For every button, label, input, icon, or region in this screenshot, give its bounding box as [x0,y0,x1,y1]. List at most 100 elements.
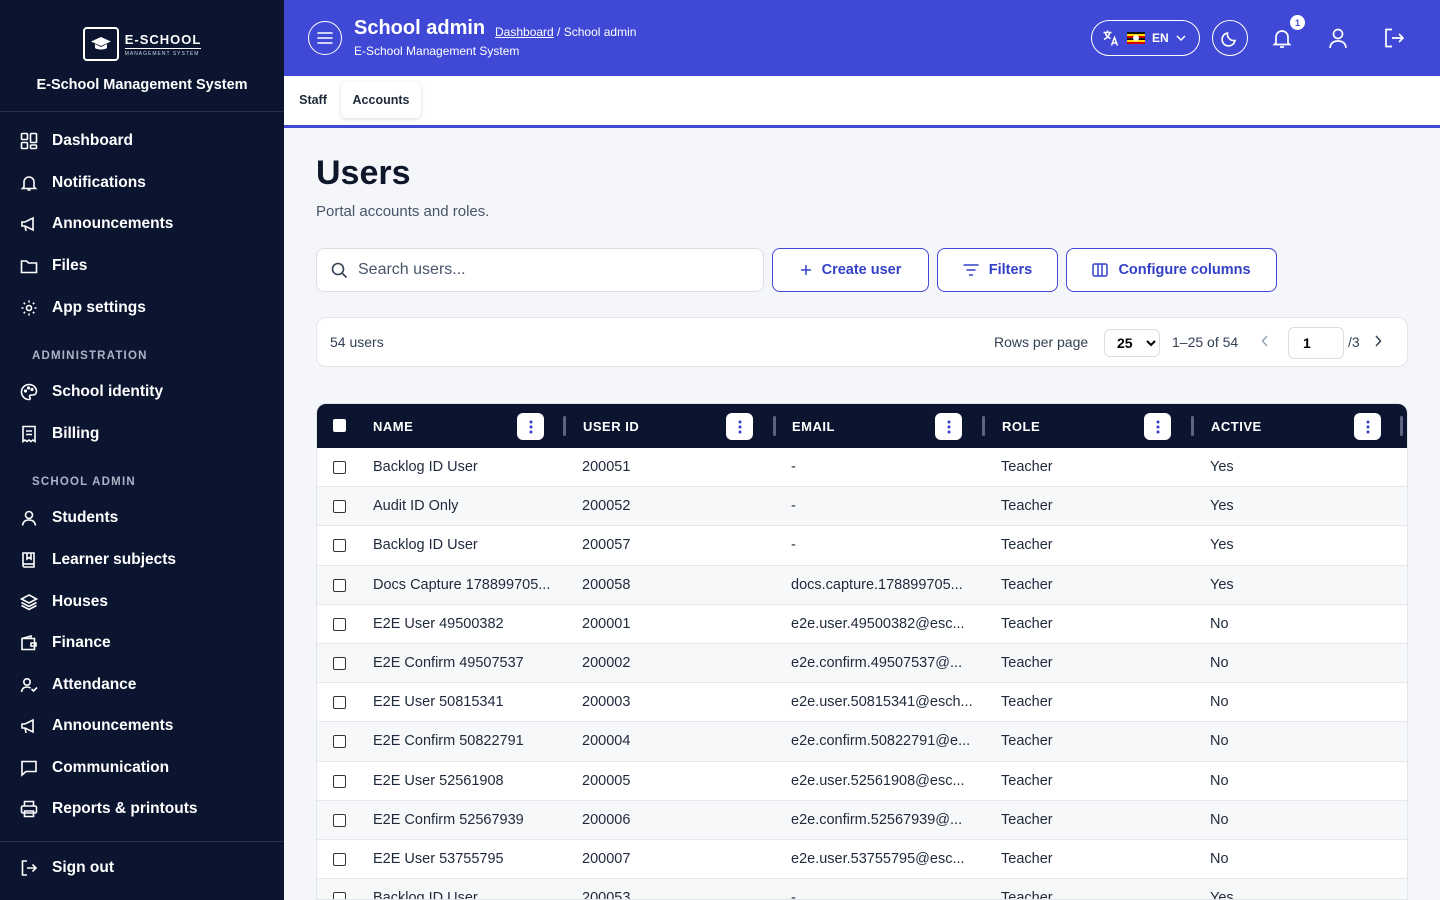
select-all-checkbox[interactable] [333,419,346,432]
sidebar-item-notifications[interactable]: Notifications [20,171,146,195]
column-menu-button[interactable] [517,413,544,440]
column-header-active[interactable]: ACTIVE [1211,419,1262,434]
table-row[interactable]: Backlog ID User 200057 - Teacher Yes [317,526,1407,566]
sign-out-button[interactable]: Sign out [20,856,114,880]
row-checkbox[interactable] [333,735,346,749]
column-resize-handle[interactable] [1191,416,1194,436]
next-page-button[interactable] [1374,334,1382,350]
row-checkbox[interactable] [333,892,346,899]
row-checkbox[interactable] [333,813,346,827]
row-checkbox[interactable] [333,461,346,474]
sidebar-item-billing[interactable]: Billing [20,422,99,446]
row-checkbox[interactable] [333,617,346,631]
column-resize-handle[interactable] [563,416,566,436]
table-row[interactable]: Audit ID Only 200052 - Teacher Yes [317,487,1407,527]
profile-button[interactable] [1324,24,1352,52]
sidebar-item-files[interactable]: Files [20,254,87,278]
row-checkbox[interactable] [333,500,346,514]
chevron-left-icon [1261,335,1268,347]
language-selector[interactable]: EN [1091,20,1200,56]
breadcrumb-dashboard-link[interactable]: Dashboard [495,25,554,39]
previous-page-button[interactable] [1261,334,1269,350]
table-row[interactable]: E2E User 49500382 200001 e2e.user.49500382… [317,605,1407,644]
section-school-admin: SCHOOL ADMIN [32,476,136,488]
sidebar-item-attendance[interactable]: Attendance [20,673,136,697]
sidebar-item-learner-subjects[interactable]: Learner subjects [20,548,176,572]
create-user-button[interactable]: Create user [772,248,929,292]
configure-columns-button[interactable]: Configure columns [1066,248,1277,292]
cell-name: Backlog ID User [373,459,478,475]
hamburger-icon [317,32,333,44]
row-checkbox[interactable] [333,853,346,866]
table-row[interactable]: Backlog ID User 200053 - Teacher Yes [317,879,1407,900]
sidebar-item-houses[interactable]: Houses [20,590,108,614]
user-icon [1329,28,1347,49]
page-number-input[interactable] [1288,327,1344,359]
sidebar-item-app-settings[interactable]: App settings [20,296,146,320]
column-header-email[interactable]: EMAIL [792,419,835,434]
tab-staff[interactable]: Staff [290,82,336,118]
sidebar-item-announcements[interactable]: Announcements [20,212,173,236]
sidebar-item-school-identity[interactable]: School identity [20,380,163,404]
language-label: EN [1152,31,1169,45]
sidebar-item-school-announcements[interactable]: Announcements [20,714,173,738]
page-title: Users [316,154,411,192]
chevron-down-icon [1176,35,1186,41]
logo[interactable]: E-SCHOOL MANAGEMENT SYSTEM [82,27,202,61]
cell-role: Teacher [1001,890,1053,900]
rows-per-page-select[interactable]: 25 [1104,329,1160,357]
column-header-name[interactable]: NAME [373,419,413,434]
column-menu-button[interactable] [726,413,753,440]
row-checkbox[interactable] [333,657,346,670]
bell-icon [1272,30,1292,48]
cell-name: E2E User 49500382 [373,615,504,632]
brand: E-SCHOOL MANAGEMENT SYSTEM E-School Mana… [0,0,284,112]
table-row[interactable]: E2E Confirm 52567939 200006 e2e.confirm.52… [317,800,1407,840]
sign-out-label: Sign out [52,859,114,876]
table-row[interactable]: E2E User 52561908 200005 e2e.user.52561908… [317,762,1407,801]
table-row[interactable]: E2E User 53755795 200007 e2e.user.53755795… [317,840,1407,880]
column-resize-handle[interactable] [773,416,776,436]
table-row[interactable]: Docs Capture 178899705... 200058 docs.capt… [317,565,1407,605]
cell-user-id: 200006 [582,811,631,828]
row-checkbox[interactable] [333,578,346,592]
sidebar-item-communication[interactable]: Communication [20,756,169,780]
column-resize-handle[interactable] [982,416,985,436]
cell-name: E2E User 52561908 [373,772,504,789]
cell-name: Docs Capture 178899705... [373,576,551,593]
table-row[interactable]: E2E User 50815341 200003 e2e.user.50815341… [317,683,1407,723]
column-menu-button[interactable] [1144,413,1171,440]
logout-button[interactable] [1380,24,1408,52]
cell-user-id: 200002 [582,655,631,671]
table-row[interactable]: E2E Confirm 49507537 200002 e2e.confirm.49… [317,644,1407,684]
book-icon [22,552,35,568]
sidebar-item-finance[interactable]: Finance [20,631,111,655]
cell-user-id: 200007 [582,851,631,867]
row-checkbox[interactable] [333,696,346,710]
filters-button[interactable]: Filters [937,248,1058,292]
sidebar-item-students[interactable]: Students [20,506,118,530]
column-menu-button[interactable] [935,413,962,440]
sidebar-item-dashboard[interactable]: Dashboard [20,129,133,153]
table-row[interactable]: E2E Confirm 50822791 200004 e2e.confirm.50… [317,722,1407,762]
row-checkbox[interactable] [333,774,346,788]
cell-email: - [791,498,796,515]
column-header-user-id[interactable]: USER ID [583,419,639,434]
sidebar-footer [0,841,284,842]
cell-role: Teacher [1001,851,1053,867]
sidebar-item-reports[interactable]: Reports & printouts [20,797,198,821]
search-icon [331,262,348,278]
menu-button[interactable] [308,21,342,55]
filter-icon [962,264,979,276]
theme-toggle[interactable] [1212,20,1248,56]
cell-role: Teacher [1001,459,1053,475]
search-input[interactable] [358,261,738,279]
cell-user-id: 200051 [582,459,631,475]
uganda-flag-icon [1127,32,1145,44]
column-menu-button[interactable] [1354,413,1381,440]
column-resize-handle[interactable] [1400,416,1403,436]
table-row[interactable]: Backlog ID User 200051 - Teacher Yes [317,448,1407,488]
row-checkbox[interactable] [333,539,346,553]
column-header-role[interactable]: ROLE [1002,419,1040,434]
tab-accounts[interactable]: Accounts [341,82,421,118]
